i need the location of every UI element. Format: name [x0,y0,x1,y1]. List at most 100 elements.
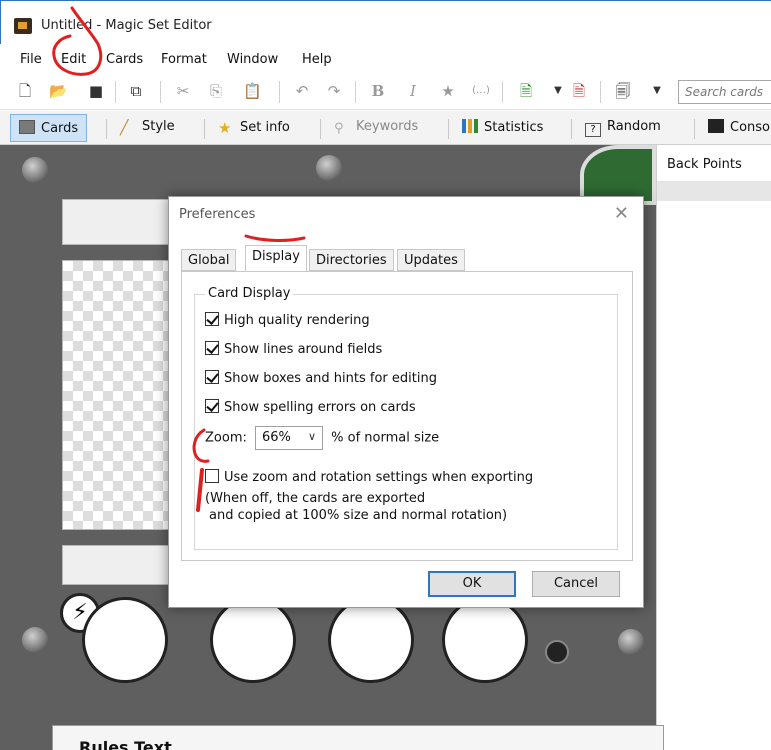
remove-card-icon[interactable]: 🗎 [570,82,588,100]
reminder-text-icon[interactable]: (…) [472,82,490,100]
app-logo-icon [14,18,32,34]
tab-directories[interactable]: Directories [309,249,394,271]
open-folder-icon[interactable]: 📂 [49,82,68,100]
card-style-icon[interactable]: 🗐 [614,82,632,100]
tab-style[interactable]: ╱ Style [112,114,183,142]
cards-icon [19,120,35,134]
tab-display[interactable]: Display [245,245,307,272]
tab-global[interactable]: Global [181,249,237,271]
export-icon[interactable]: ⧉ [127,82,145,100]
close-icon[interactable]: ✕ [614,203,629,224]
menu-edit[interactable]: Edit [61,52,86,67]
style-brush-icon: ╱ [120,120,129,136]
value-slot[interactable] [82,597,168,683]
window-title: Untitled - Magic Set Editor [41,18,212,33]
menu-file[interactable]: File [20,52,42,67]
menu-format[interactable]: Format [161,52,207,67]
name-field[interactable] [62,199,172,245]
zoom-value: 66% [262,430,291,445]
dialog-title: Preferences [179,207,256,222]
dropdown-icon[interactable]: ▼ [648,82,666,100]
new-file-icon[interactable]: 🗋 [16,82,34,100]
tab-set-info[interactable]: ★ Set info [210,114,298,142]
bold-icon[interactable]: B [369,82,387,100]
tab-separator [694,119,695,139]
redo-icon[interactable]: ↷ [325,82,343,100]
tab-label: Random [607,119,661,134]
zoom-select[interactable]: 66% ∨ [255,426,323,450]
tab-statistics[interactable]: Statistics [454,114,551,142]
paste-icon[interactable]: 📋 [243,82,262,100]
menu-bar: File Edit Cards Format Window Help [0,46,771,74]
menu-cards[interactable]: Cards [106,52,143,67]
tab-label: Set info [240,120,290,135]
tab-separator [448,119,449,139]
value-slot[interactable] [442,597,528,683]
tab-updates[interactable]: Updates [397,249,465,271]
tab-label: Style [142,119,175,134]
spelling-errors-checkbox[interactable]: Show spelling errors on cards [205,399,416,417]
checkbox-checked[interactable] [205,341,219,355]
add-card-icon[interactable]: 🗎 [517,82,535,100]
tab-label: Keywords [356,119,419,134]
tab-keywords[interactable]: ⚲ Keywords [326,114,426,142]
display-settings-panel: Card Display High quality rendering Show… [181,271,633,561]
tab-separator [204,119,205,139]
rivet [22,157,48,183]
group-label: Card Display [205,286,294,301]
card-list[interactable]: Back Points [656,145,771,750]
search-input[interactable]: Search cards [678,80,771,104]
italic-icon[interactable]: I [404,82,422,100]
rules-label: Rules Text [79,738,172,750]
value-slot[interactable] [210,597,296,683]
tab-separator [571,119,572,139]
rivet [22,627,48,653]
tab-separator [320,119,321,139]
high-quality-checkbox[interactable]: High quality rendering [205,312,370,330]
checkbox-label: High quality rendering [224,313,370,328]
export-zoom-checkbox[interactable]: Use zoom and rotation settings when expo… [205,469,533,487]
checkbox-unchecked[interactable] [205,469,219,483]
checkbox-checked[interactable] [205,312,219,326]
rules-text-field[interactable]: Rules Text [52,725,664,750]
save-icon[interactable]: ■ [87,82,105,100]
symbol-icon[interactable]: ★ [439,82,457,100]
rivet [618,629,644,655]
checkbox-checked[interactable] [205,399,219,413]
tab-cards[interactable]: Cards [10,114,88,142]
undo-icon[interactable]: ↶ [293,82,311,100]
value-slot[interactable] [328,597,414,683]
dropdown-icon[interactable]: ▼ [549,82,567,100]
checkbox-checked[interactable] [205,370,219,384]
zoom-row: Zoom: 66% ∨ % of normal size [205,426,439,450]
tab-separator [106,119,107,139]
card-art-field[interactable] [62,260,172,530]
star-icon: ★ [218,119,232,137]
tab-random[interactable]: ? Random [577,114,669,142]
export-note-line-1: (When off, the cards are exported [205,491,426,506]
cut-icon[interactable]: ✂ [174,82,192,100]
column-header[interactable]: Back Points [667,157,742,172]
menu-help[interactable]: Help [302,52,332,67]
cancel-button[interactable]: Cancel [532,571,620,597]
tab-label: Conso [730,120,770,135]
field-lines-checkbox[interactable]: Show lines around fields [205,341,382,359]
checkbox-label: Show lines around fields [224,342,383,357]
editing-hints-checkbox[interactable]: Show boxes and hints for editing [205,370,437,388]
toolbar-separator [355,81,356,103]
title-bar: Untitled - Magic Set Editor [0,0,771,44]
ok-button[interactable]: OK [428,571,516,597]
tab-console[interactable]: Conso [700,114,771,142]
copy-icon[interactable]: ⎘ [207,82,225,100]
type-field[interactable] [62,545,172,585]
toolbar-separator [160,81,161,103]
main-tab-bar: Cards ╱ Style ★ Set info ⚲ Keywords Statist… [0,111,771,145]
zoom-suffix: % of normal size [331,430,440,446]
menu-window[interactable]: Window [227,52,278,67]
toolbar-separator [502,81,503,103]
card-socket [545,640,569,664]
toolbar-separator [279,81,280,103]
dice-icon: ? [585,123,601,137]
checkbox-label: Show boxes and hints for editing [224,371,437,386]
list-item[interactable] [657,181,771,201]
